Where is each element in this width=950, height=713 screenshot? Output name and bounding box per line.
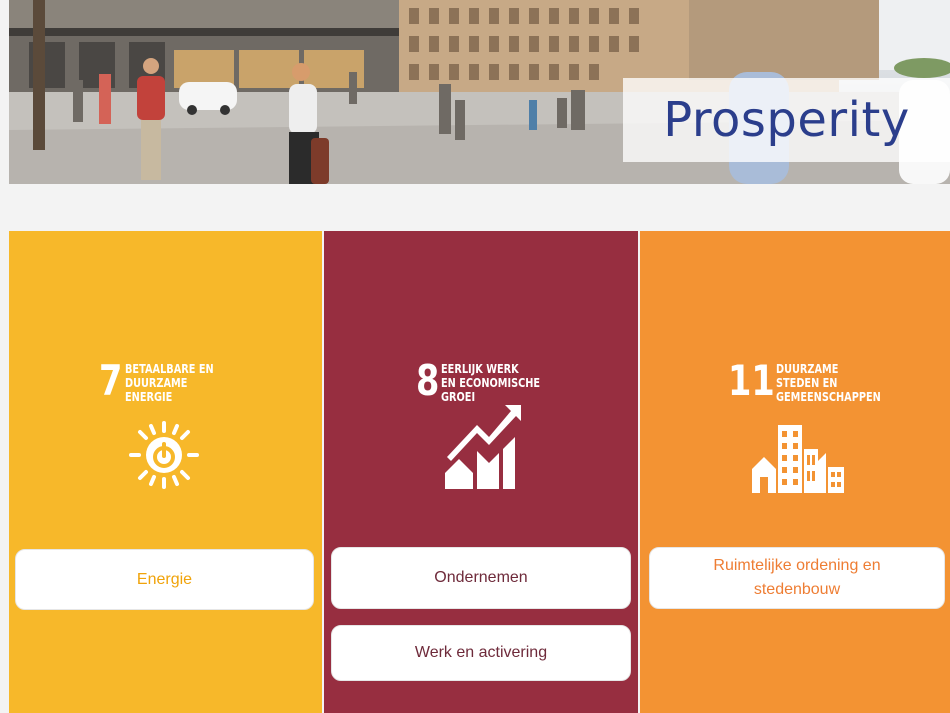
ruimtelijke-ordening-button[interactable]: Ruimtelijke ordening en stedenbouw: [649, 547, 945, 609]
goal-title: DUURZAME STEDEN EN GEMEENSCHAPPEN: [776, 361, 882, 404]
goal-title: BETAALBARE EN DUURZAME ENERGIE: [125, 361, 214, 404]
goal-11-header: 11 DUURZAME STEDEN EN GEMEENSCHAPPEN: [728, 356, 911, 405]
goal-number: 11: [728, 356, 775, 405]
city-buildings-icon: [752, 425, 844, 493]
energie-button[interactable]: Energie: [15, 549, 314, 610]
goal-number: 8: [416, 356, 440, 405]
goal-number: 7: [99, 356, 123, 405]
goal-8-panel: 8 EERLIJK WERK EN ECONOMISCHE GROEI Onde…: [324, 231, 638, 713]
goal-8-header: 8 EERLIJK WERK EN ECONOMISCHE GROEI: [416, 356, 568, 405]
page-title: Prosperity: [623, 78, 950, 162]
goal-7-panel: 7 BETAALBARE EN DUURZAME ENERGIE Energie: [9, 231, 322, 713]
werk-en-activering-button[interactable]: Werk en activering: [331, 625, 631, 681]
page: Prosperity 7 BETAALBARE EN DUURZAME ENER…: [0, 0, 950, 713]
hero-banner: Prosperity: [9, 0, 950, 184]
goal-title: EERLIJK WERK EN ECONOMISCHE GROEI: [441, 361, 541, 404]
growth-chart-icon: [445, 405, 521, 489]
goal-7-header: 7 BETAALBARE EN DUURZAME ENERGIE: [99, 356, 239, 405]
goal-11-panel: 11 DUURZAME STEDEN EN GEMEENSCHAPPEN Rui…: [640, 231, 950, 713]
sun-power-icon: [129, 421, 199, 489]
ondernemen-button[interactable]: Ondernemen: [331, 547, 631, 609]
